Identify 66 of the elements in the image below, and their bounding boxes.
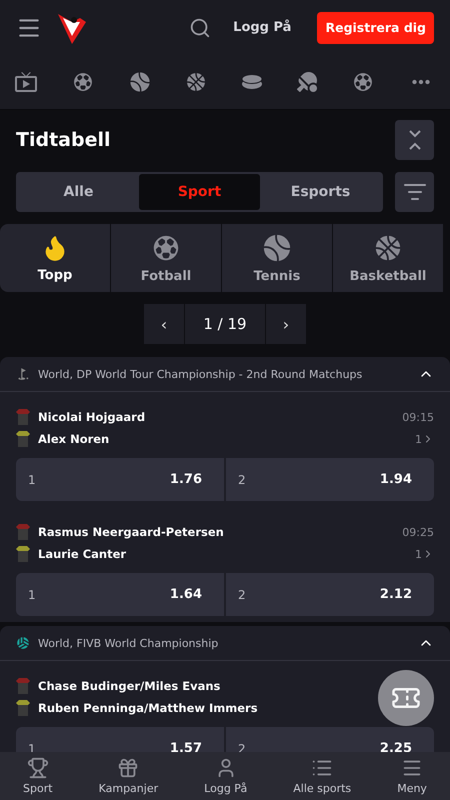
odds-value: 1.76 [170, 472, 202, 487]
next-page-button[interactable]: › [266, 304, 306, 344]
hockey-puck-icon[interactable] [241, 74, 264, 90]
team-name[interactable]: Laurie Canter [38, 547, 126, 561]
team-name[interactable]: Chase Budinger/Miles Evans [38, 679, 220, 693]
search-icon[interactable] [189, 16, 212, 38]
odds-button[interactable]: 1 1.64 [16, 573, 224, 616]
football-icon[interactable] [352, 71, 374, 93]
trophy-icon [26, 757, 49, 779]
jersey-icon [16, 408, 30, 426]
category-tab[interactable]: Topp [0, 224, 110, 292]
volleyball-icon [16, 636, 30, 650]
team-name[interactable]: Alex Noren [38, 432, 110, 446]
register-button[interactable]: Registrera dig [317, 12, 434, 44]
outcome-label: 2 [238, 472, 246, 486]
outcome-label: 1 [28, 472, 36, 486]
tennis-ball-icon [262, 232, 292, 262]
golf-icon [16, 367, 30, 381]
segment-tab[interactable]: Sport [139, 174, 260, 210]
odds-button[interactable]: 2 1.94 [226, 458, 434, 501]
collapse-chevrons-icon [408, 129, 422, 151]
category-tab[interactable]: Basketball [333, 224, 443, 292]
nav-item[interactable]: Sport [23, 757, 53, 795]
nav-item[interactable]: Logg På [204, 757, 248, 795]
outcome-label: 2 [238, 588, 246, 602]
jersey-icon [16, 545, 30, 563]
basketball-icon[interactable] [184, 71, 207, 93]
odds-value: 1.94 [380, 472, 412, 487]
nav-item[interactable]: Alle sports [293, 757, 352, 795]
tennis-ball-icon[interactable] [128, 71, 151, 93]
league-title[interactable]: World, DP World Tour Championship - 2nd Round Matchups [38, 368, 410, 380]
segment-tab[interactable]: Esports [260, 174, 381, 210]
jersey-icon [16, 699, 30, 717]
football-icon[interactable] [72, 71, 94, 93]
team-name[interactable]: Ruben Penninga/Matthew Immers [38, 701, 258, 715]
page-indicator: 1 / 19 [185, 304, 265, 344]
segment-tab[interactable]: Alle [18, 174, 139, 210]
live-tv-icon[interactable] [14, 70, 38, 94]
match-time: 09:15 [402, 410, 434, 424]
outcome-label: 1 [28, 588, 36, 602]
collapse-button[interactable] [395, 120, 434, 160]
league-title[interactable]: World, FIVB World Championship [38, 636, 410, 650]
odds-value: 1.64 [170, 587, 202, 602]
jersey-icon [16, 523, 30, 541]
odds-value: 2.12 [380, 587, 412, 602]
match-time: 09:25 [402, 526, 434, 538]
previous-page-button[interactable]: ‹ [144, 304, 184, 344]
more-markets-link[interactable]: 1 [415, 548, 434, 560]
table-tennis-icon[interactable] [297, 72, 318, 92]
odds-value: 1.57 [170, 741, 202, 752]
category-tab[interactable]: Fotball [111, 224, 221, 292]
odds-button[interactable]: 1 1.76 [16, 458, 224, 501]
team-name[interactable]: Rasmus Neergaard-Petersen [38, 525, 224, 539]
login-link[interactable]: Logg På [233, 20, 292, 35]
filter-button[interactable] [395, 172, 434, 212]
nav-item[interactable]: Kampanjer [98, 757, 158, 795]
more-markets-link[interactable]: 1 [415, 432, 434, 446]
jersey-icon [16, 430, 30, 448]
category-tab[interactable]: Tennis [222, 224, 332, 292]
odds-value: 2.25 [380, 741, 412, 752]
jersey-icon [16, 677, 30, 695]
odds-button[interactable]: 2 2.12 [226, 573, 434, 616]
nav-item[interactable]: Meny [397, 757, 427, 795]
team-name[interactable]: Nicolai Hojgaard [38, 410, 146, 424]
gift-icon [117, 757, 140, 779]
page-title: Tidtabell [16, 129, 110, 151]
